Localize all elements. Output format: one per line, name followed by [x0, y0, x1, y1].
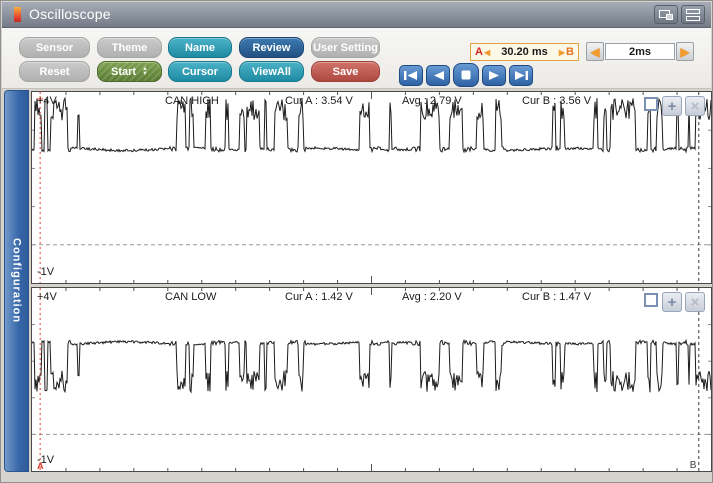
start-updown-icon: ▲▼ — [142, 67, 148, 77]
window-title: Oscilloscope — [29, 6, 111, 22]
bottom-voltage-label: -1V — [37, 454, 54, 466]
transport-controls — [399, 63, 533, 87]
can-high-waveform — [32, 92, 711, 283]
can-low-waveform: AB — [32, 288, 711, 471]
svg-text:B: B — [690, 460, 697, 471]
app-logo-icon — [14, 7, 21, 22]
cursor-a-label: A — [475, 46, 483, 58]
reset-button[interactable]: Reset — [19, 61, 90, 82]
name-button[interactable]: Name — [168, 37, 232, 58]
ab-delta-value: 30.20 ms — [491, 46, 558, 58]
cascade-windows-icon[interactable] — [654, 5, 678, 24]
add-channel-button[interactable]: + — [662, 292, 682, 312]
close-channel-button[interactable]: × — [685, 292, 705, 312]
timebase-value-field[interactable]: 2ms — [605, 43, 675, 60]
title-bar: Oscilloscope — [2, 2, 711, 28]
scope-panel-can-high: +4V CAN HIGH Cur A : 3.54 V Avg : 2.79 V… — [31, 91, 712, 284]
play-button[interactable] — [482, 65, 506, 86]
step-back-button[interactable] — [426, 65, 450, 86]
review-button[interactable]: Review — [239, 37, 304, 58]
channel-select-checkbox[interactable] — [644, 97, 658, 111]
cursor-b-value: Cur B : 3.56 V — [522, 95, 591, 107]
user-setting-button[interactable]: User Setting — [311, 37, 380, 58]
signal-name-label: CAN LOW — [165, 291, 216, 303]
top-voltage-label: +4V — [37, 95, 57, 107]
configuration-tab[interactable]: Configuration — [4, 90, 29, 472]
theme-button[interactable]: Theme — [97, 37, 162, 58]
stop-button[interactable] — [453, 63, 479, 87]
cursor-a-value: Cur A : 1.42 V — [285, 291, 353, 303]
split-layout-icon[interactable] — [681, 5, 705, 24]
signal-name-label: CAN HIGH — [165, 95, 219, 107]
a-left-arrow-icon[interactable]: ◀ — [484, 48, 490, 57]
configuration-tab-label: Configuration — [11, 238, 23, 323]
cursor-a-value: Cur A : 3.54 V — [285, 95, 353, 107]
skip-to-end-button[interactable] — [509, 65, 533, 86]
sensor-button[interactable]: Sensor — [19, 37, 90, 58]
b-right-arrow-icon[interactable]: ▶ — [559, 48, 565, 57]
close-channel-button[interactable]: × — [685, 96, 705, 116]
average-value: Avg : 2.79 V — [402, 95, 462, 107]
add-channel-button[interactable]: + — [662, 96, 682, 116]
save-button[interactable]: Save — [311, 61, 380, 82]
timebase-increase-button[interactable]: ▶ — [676, 42, 694, 61]
skip-to-start-button[interactable] — [399, 65, 423, 86]
cursor-b-label: B — [566, 46, 574, 58]
toolbar: Sensor Theme Name Review User Setting Re… — [2, 28, 711, 89]
cursor-button[interactable]: Cursor — [168, 61, 232, 82]
oscilloscope-window: Oscilloscope Sensor Theme Name Review Us… — [0, 0, 713, 483]
scope-panel-can-low: AB +4V CAN LOW Cur A : 1.42 V Avg : 2.20… — [31, 287, 712, 472]
timebase-decrease-button[interactable]: ◀ — [586, 42, 604, 61]
cursor-b-value: Cur B : 1.47 V — [522, 291, 591, 303]
viewall-button[interactable]: ViewAll — [239, 61, 304, 82]
channel-select-checkbox[interactable] — [644, 293, 658, 307]
top-voltage-label: +4V — [37, 291, 57, 303]
start-button[interactable]: Start ▲▼ — [97, 61, 162, 82]
ab-time-readout: A ◀ 30.20 ms ▶ B — [470, 43, 579, 61]
average-value: Avg : 2.20 V — [402, 291, 462, 303]
bottom-voltage-label: -1V — [37, 266, 54, 278]
